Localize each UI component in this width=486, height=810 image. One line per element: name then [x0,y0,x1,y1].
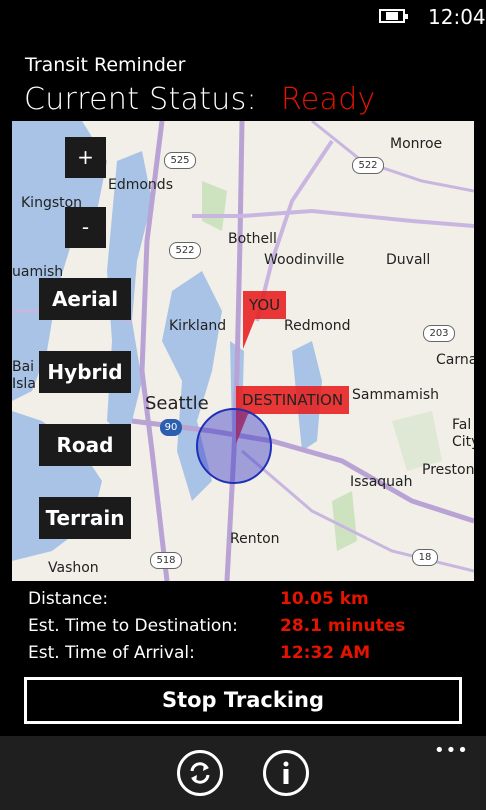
current-status-value: Ready [280,82,376,117]
map-label-redmond: Redmond [284,318,351,334]
highway-shield: 522 [352,157,384,174]
map-label-seattle: Seattle [145,393,209,414]
status-time: 12:04 [428,5,486,29]
eta-arrival-label: Est. Time of Arrival: [28,643,195,663]
battery-charging-icon [379,9,408,23]
destination-pin[interactable]: DESTINATION [236,386,350,414]
highway-shield: 525 [164,152,196,169]
interstate-shield: 90 [160,419,182,436]
map-label-sammamish: Sammamish [352,387,440,403]
destination-radius-circle [196,408,272,484]
map-label-duvall: Duvall [386,252,431,268]
eta-arrival-value: 12:32 AM [280,643,371,663]
map-view[interactable]: Monroe Edmonds Kingston Bothell Woodinvi… [12,121,474,581]
eta-duration-value: 28.1 minutes [280,616,406,636]
highway-shield: 18 [412,549,438,566]
more-options-button[interactable]: ••• [434,740,469,761]
map-mode-terrain-button[interactable]: Terrain [39,497,131,539]
map-label-kirkland: Kirkland [169,318,227,334]
current-status-label: Current Status: [24,82,257,117]
map-mode-hybrid-button[interactable]: Hybrid [39,351,131,393]
highway-shield: 203 [423,325,455,342]
info-icon [283,761,289,784]
zoom-out-button[interactable]: - [65,207,106,248]
map-label-monroe: Monroe [390,136,443,152]
map-label-bainbridge: Bai Isla [12,359,36,392]
map-label-vashon: Vashon [48,560,99,576]
zoom-in-button[interactable]: + [65,137,106,178]
eta-duration-label: Est. Time to Destination: [28,616,238,636]
map-label-edmonds: Edmonds [108,177,173,193]
map-label-preston: Preston [422,462,474,478]
map-label-renton: Renton [230,531,280,547]
status-bar: 12:04 [0,0,486,34]
map-label-carna: Carna [436,352,474,368]
refresh-icon [190,762,210,784]
map-mode-aerial-button[interactable]: Aerial [39,278,131,320]
stop-tracking-button[interactable]: Stop Tracking [24,677,462,724]
current-status: Current Status: Ready [24,82,376,117]
app-title: Transit Reminder [25,54,186,76]
highway-shield: 518 [150,552,182,569]
refresh-button[interactable] [177,750,223,796]
info-button[interactable] [263,750,309,796]
map-label-bothell: Bothell [228,231,277,247]
map-mode-road-button[interactable]: Road [39,424,131,466]
you-pin[interactable]: YOU [243,291,287,319]
app-bar: ••• [0,736,486,810]
highway-shield: 522 [169,242,201,259]
map-label-woodinville: Woodinville [264,252,345,268]
distance-label: Distance: [28,589,109,609]
you-pin-pointer [243,319,255,349]
map-label-issaquah: Issaquah [350,474,413,490]
distance-value: 10.05 km [280,589,369,609]
map-label-fall-city: Fal City [452,417,474,450]
